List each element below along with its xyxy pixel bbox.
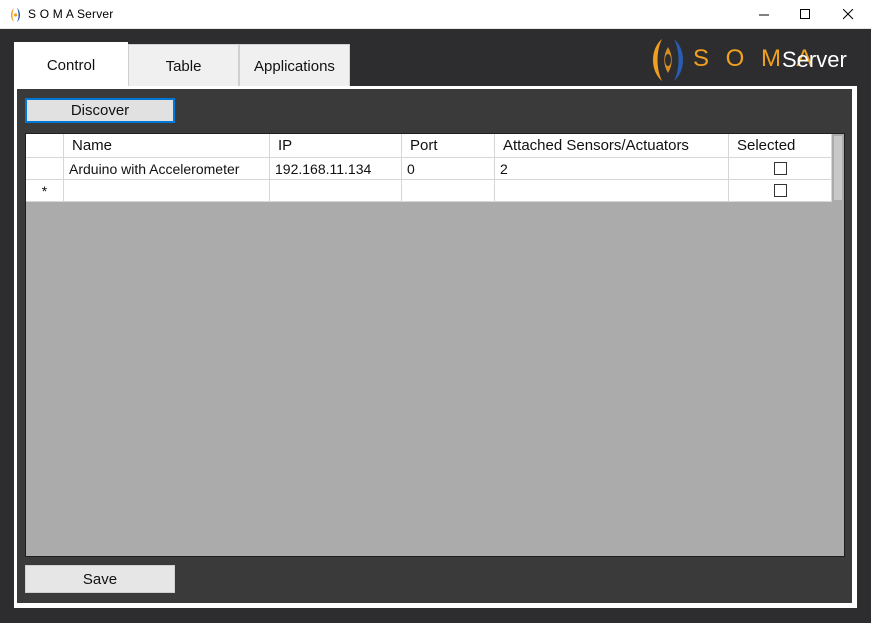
column-header-selected[interactable]: Selected	[729, 134, 832, 158]
window-title: S O M A Server	[28, 7, 114, 21]
cell-ip[interactable]	[270, 180, 402, 202]
maximize-icon	[799, 9, 810, 19]
soma-app-icon	[11, 8, 20, 22]
close-icon	[842, 9, 853, 20]
tab-applications[interactable]: Applications	[239, 44, 350, 87]
minimize-button[interactable]	[741, 0, 787, 29]
window-body: Control Table Applications S O M A Serve…	[0, 29, 871, 623]
column-header-name[interactable]: Name	[64, 134, 270, 158]
logo-product-text: Server	[782, 47, 847, 72]
cell-attached[interactable]	[495, 180, 729, 202]
save-button[interactable]: Save	[25, 565, 175, 593]
minimize-icon	[758, 14, 769, 16]
cell-name[interactable]	[64, 180, 270, 202]
discover-button[interactable]: Discover	[25, 98, 175, 123]
new-row-marker: *	[41, 182, 48, 199]
cell-port[interactable]: 0	[402, 158, 495, 180]
soma-server-logo: S O M A Server	[648, 35, 858, 85]
grid-header-row: Name IP Port Attached Sensors/Actuators …	[26, 134, 832, 158]
control-panel-body: Discover Name IP Port Attached Sensors/A…	[17, 89, 852, 603]
cell-port[interactable]	[402, 180, 495, 202]
selected-checkbox[interactable]	[773, 162, 787, 175]
selected-checkbox[interactable]	[773, 184, 787, 197]
tab-table[interactable]: Table	[128, 44, 239, 87]
cell-selected	[729, 180, 832, 202]
tab-control[interactable]: Control	[14, 42, 128, 87]
grid-vertical-scrollbar[interactable]	[832, 134, 844, 556]
row-header-corner	[26, 134, 64, 158]
new-row[interactable]: *	[26, 180, 832, 202]
cell-attached[interactable]: 2	[495, 158, 729, 180]
cell-ip[interactable]: 192.168.11.134	[270, 158, 402, 180]
devices-grid[interactable]: Name IP Port Attached Sensors/Actuators …	[25, 133, 845, 557]
row-header[interactable]	[26, 158, 64, 180]
table-row[interactable]: Arduino with Accelerometer 192.168.11.13…	[26, 158, 832, 180]
close-button[interactable]	[825, 0, 871, 29]
cell-name[interactable]: Arduino with Accelerometer	[64, 158, 270, 180]
new-row-header[interactable]: *	[26, 180, 64, 202]
soma-flame-icon	[653, 39, 683, 81]
cell-selected	[729, 158, 832, 180]
scrollbar-thumb[interactable]	[834, 136, 842, 200]
control-tab-panel: Discover Name IP Port Attached Sensors/A…	[14, 86, 857, 608]
column-header-attached[interactable]: Attached Sensors/Actuators	[495, 134, 729, 158]
maximize-button[interactable]	[782, 0, 828, 29]
column-header-port[interactable]: Port	[402, 134, 495, 158]
column-header-ip[interactable]: IP	[270, 134, 402, 158]
title-bar: S O M A Server	[0, 0, 871, 29]
